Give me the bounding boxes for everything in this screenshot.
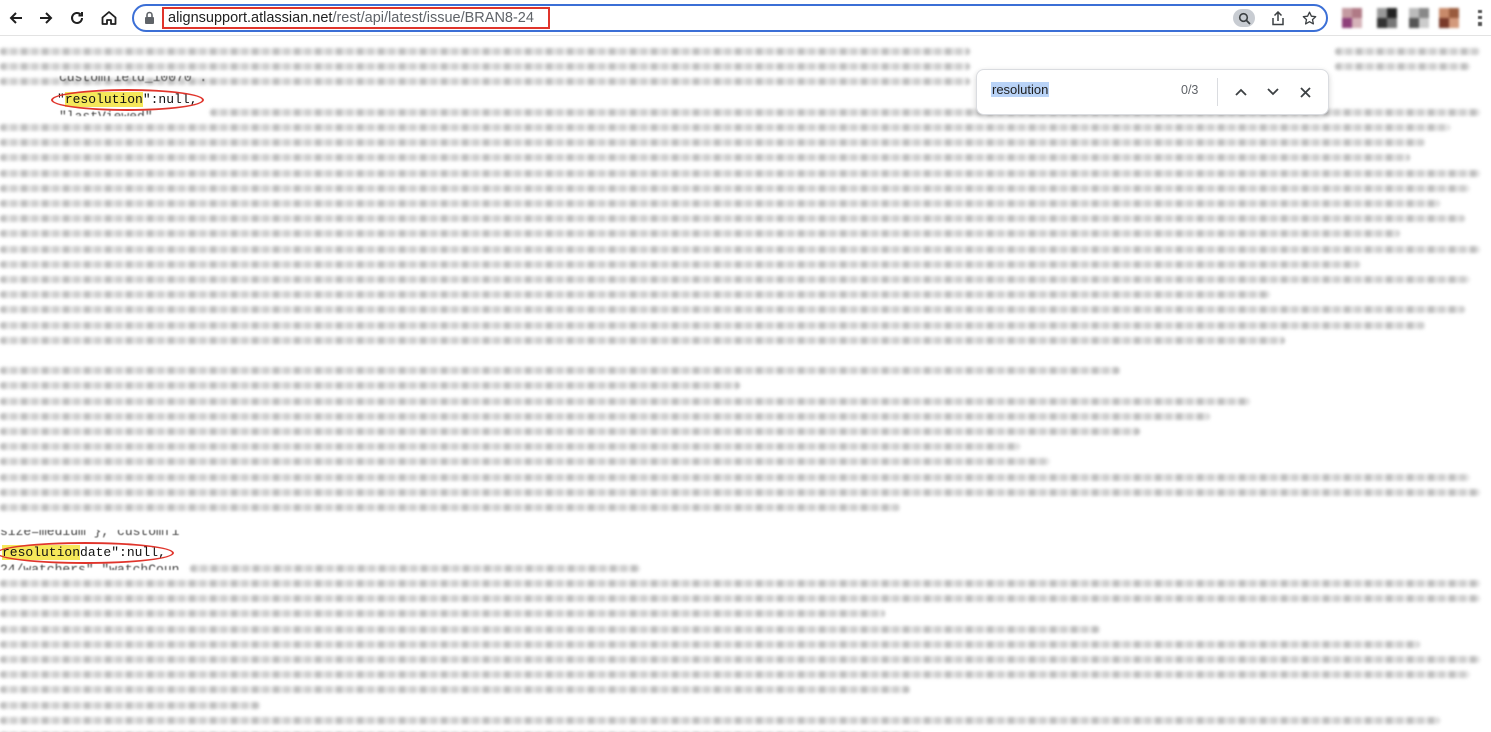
find-divider <box>1217 78 1218 106</box>
blurred-text-line <box>0 671 1470 679</box>
blurred-text-line <box>0 276 1470 283</box>
blurred-text-line <box>1335 63 1470 71</box>
blurred-text-line <box>0 154 1410 162</box>
extension-icon[interactable] <box>1342 8 1362 28</box>
extension-icon[interactable] <box>1409 8 1429 28</box>
profile-avatar[interactable] <box>1439 8 1459 28</box>
blurred-text-line <box>0 230 1400 238</box>
zoom-button[interactable] <box>1233 9 1255 27</box>
blurred-text-line <box>0 458 1050 466</box>
json-fragment: size=medium"}, customfi <box>0 530 180 539</box>
find-next-button[interactable] <box>1262 81 1284 103</box>
find-bar: resolution 0/3 <box>976 69 1329 115</box>
blurred-text-line <box>0 640 1420 648</box>
find-input[interactable]: resolution <box>991 82 1050 97</box>
find-close-button[interactable] <box>1294 81 1316 103</box>
blurred-text-line <box>0 686 910 694</box>
blurred-text-line <box>0 124 1450 131</box>
arrow-right-icon <box>40 12 53 24</box>
blurred-text-line <box>0 412 1210 420</box>
forward-button[interactable] <box>34 6 58 30</box>
find-previous-button[interactable] <box>1230 81 1252 103</box>
json-viewer: customfield_10070": "resolution":null, "… <box>0 36 1491 732</box>
blurred-text-line <box>0 184 1470 192</box>
blurred-text-line <box>0 306 1465 314</box>
lock-icon <box>144 11 155 30</box>
share-button[interactable] <box>1267 9 1289 27</box>
blurred-text-line <box>190 564 640 572</box>
blurred-text-line <box>0 716 1440 724</box>
arrow-left-icon <box>9 12 22 24</box>
star-icon <box>1302 11 1316 25</box>
blurred-text-line <box>0 245 1480 253</box>
blurred-text-line <box>0 321 1425 329</box>
annotation-circle <box>51 89 204 111</box>
chevron-down-icon <box>1267 88 1279 96</box>
blurred-text-line <box>0 215 1465 223</box>
blurred-text-line <box>0 488 1480 496</box>
blurred-text-line <box>0 336 1285 344</box>
blurred-text-line <box>0 701 260 709</box>
blurred-text-line <box>0 595 1480 603</box>
blurred-text-line <box>0 367 1120 375</box>
blurred-text-line <box>0 443 1020 451</box>
blurred-text-line <box>0 580 1480 587</box>
browser-toolbar: alignsupport.atlassian.net/rest/api/late… <box>0 0 1491 36</box>
blurred-text-line <box>0 610 885 618</box>
blurred-text-line <box>0 625 1100 633</box>
blurred-text-line <box>0 504 900 511</box>
close-icon <box>1299 86 1311 98</box>
reload-button[interactable] <box>65 6 89 30</box>
blurred-text-line <box>0 428 1140 435</box>
url-path: /rest/api/latest/issue/BRAN8-24 <box>332 10 534 26</box>
home-icon <box>101 11 117 25</box>
bookmark-button[interactable] <box>1298 9 1320 27</box>
url-text[interactable]: alignsupport.atlassian.net/rest/api/late… <box>162 7 550 29</box>
more-menu-icon[interactable] <box>1478 10 1482 26</box>
blurred-text-line <box>0 397 1250 405</box>
reload-icon <box>71 11 83 24</box>
blurred-text-line <box>0 473 1470 481</box>
blurred-text-line <box>0 200 1440 207</box>
json-fragment: customfield_10070": <box>59 76 208 85</box>
annotation-circle <box>0 542 174 564</box>
blurred-text-line <box>0 139 1425 147</box>
find-match-count: 0/3 <box>1181 83 1199 97</box>
blurred-text-line <box>0 48 970 55</box>
blurred-text-line <box>0 63 970 71</box>
blurred-text-line <box>0 291 1270 299</box>
blurred-text-line <box>0 382 740 390</box>
address-bar[interactable]: alignsupport.atlassian.net/rest/api/late… <box>132 4 1328 32</box>
chevron-up-icon <box>1235 88 1247 96</box>
zoom-icon <box>1238 12 1251 25</box>
blurred-text-line <box>1335 48 1480 55</box>
back-button[interactable] <box>4 6 28 30</box>
blurred-text-line <box>0 260 1360 268</box>
url-host: alignsupport.atlassian.net <box>168 10 333 26</box>
blurred-text-line <box>0 169 1480 177</box>
extension-icon[interactable] <box>1377 8 1397 28</box>
share-icon <box>1272 10 1284 25</box>
blurred-text-line <box>0 656 1480 663</box>
home-button[interactable] <box>97 6 121 30</box>
